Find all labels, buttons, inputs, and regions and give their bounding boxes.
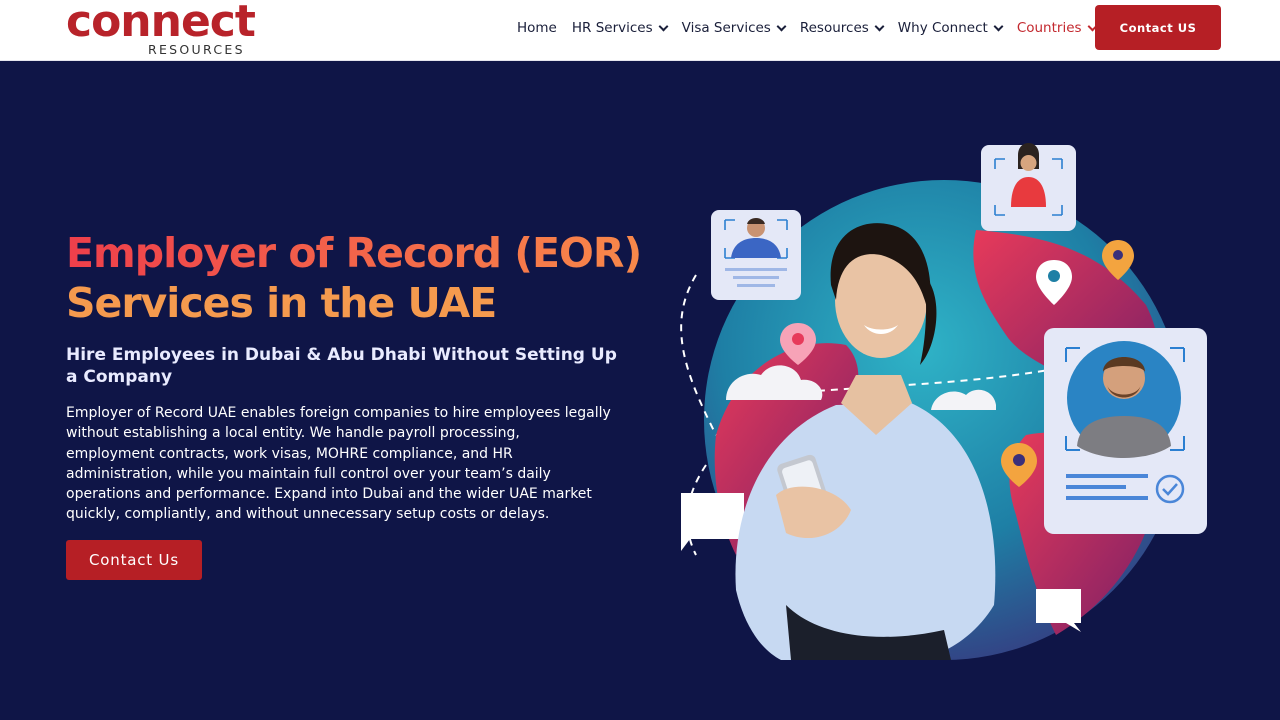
chevron-down-icon — [776, 21, 787, 31]
nav-item-countries[interactable]: Countries — [1016, 20, 1097, 36]
hero-title-line2: Services in the UAE — [66, 279, 497, 327]
nav-item-label: Home — [517, 20, 557, 36]
profile-card — [1044, 328, 1207, 534]
hero-subtitle: Hire Employees in Dubai & Abu Dhabi With… — [66, 345, 617, 387]
hero-title-line1: Employer of Record (EOR) — [66, 228, 646, 278]
chevron-down-icon — [658, 21, 669, 31]
nav-item-visa-services[interactable]: Visa Services — [681, 20, 787, 36]
nav-item-label: Visa Services — [681, 20, 771, 36]
site-header: connect RESOURCES Home HR Services Visa … — [0, 0, 1280, 61]
hero-illustration — [680, 143, 1207, 660]
nav-item-label: Resources — [799, 20, 869, 36]
profile-card — [981, 143, 1076, 231]
chevron-down-icon — [874, 21, 885, 31]
hero-description: Employer of Record UAE enables foreign c… — [66, 405, 611, 523]
nav-item-home[interactable]: Home — [517, 20, 557, 36]
nav-item-label: HR Services — [571, 20, 653, 36]
nav-item-resources[interactable]: Resources — [799, 20, 885, 36]
logo-subtext: RESOURCES — [148, 42, 245, 57]
nav-item-hr-services[interactable]: HR Services — [571, 20, 669, 36]
logo[interactable]: connect RESOURCES — [66, 0, 258, 60]
nav-item-label: Why Connect — [897, 20, 988, 36]
header-contact-button[interactable]: Contact US — [1095, 5, 1221, 50]
hero-contact-button[interactable]: Contact Us — [66, 540, 202, 580]
chevron-down-icon — [993, 21, 1004, 31]
main-nav: Home HR Services Visa Services Resources… — [517, 17, 1111, 39]
nav-item-why-connect[interactable]: Why Connect — [897, 20, 1004, 36]
nav-item-label: Countries — [1016, 20, 1082, 36]
profile-card — [711, 210, 801, 300]
hero-title: Employer of Record (EOR) Services in the… — [66, 228, 646, 328]
